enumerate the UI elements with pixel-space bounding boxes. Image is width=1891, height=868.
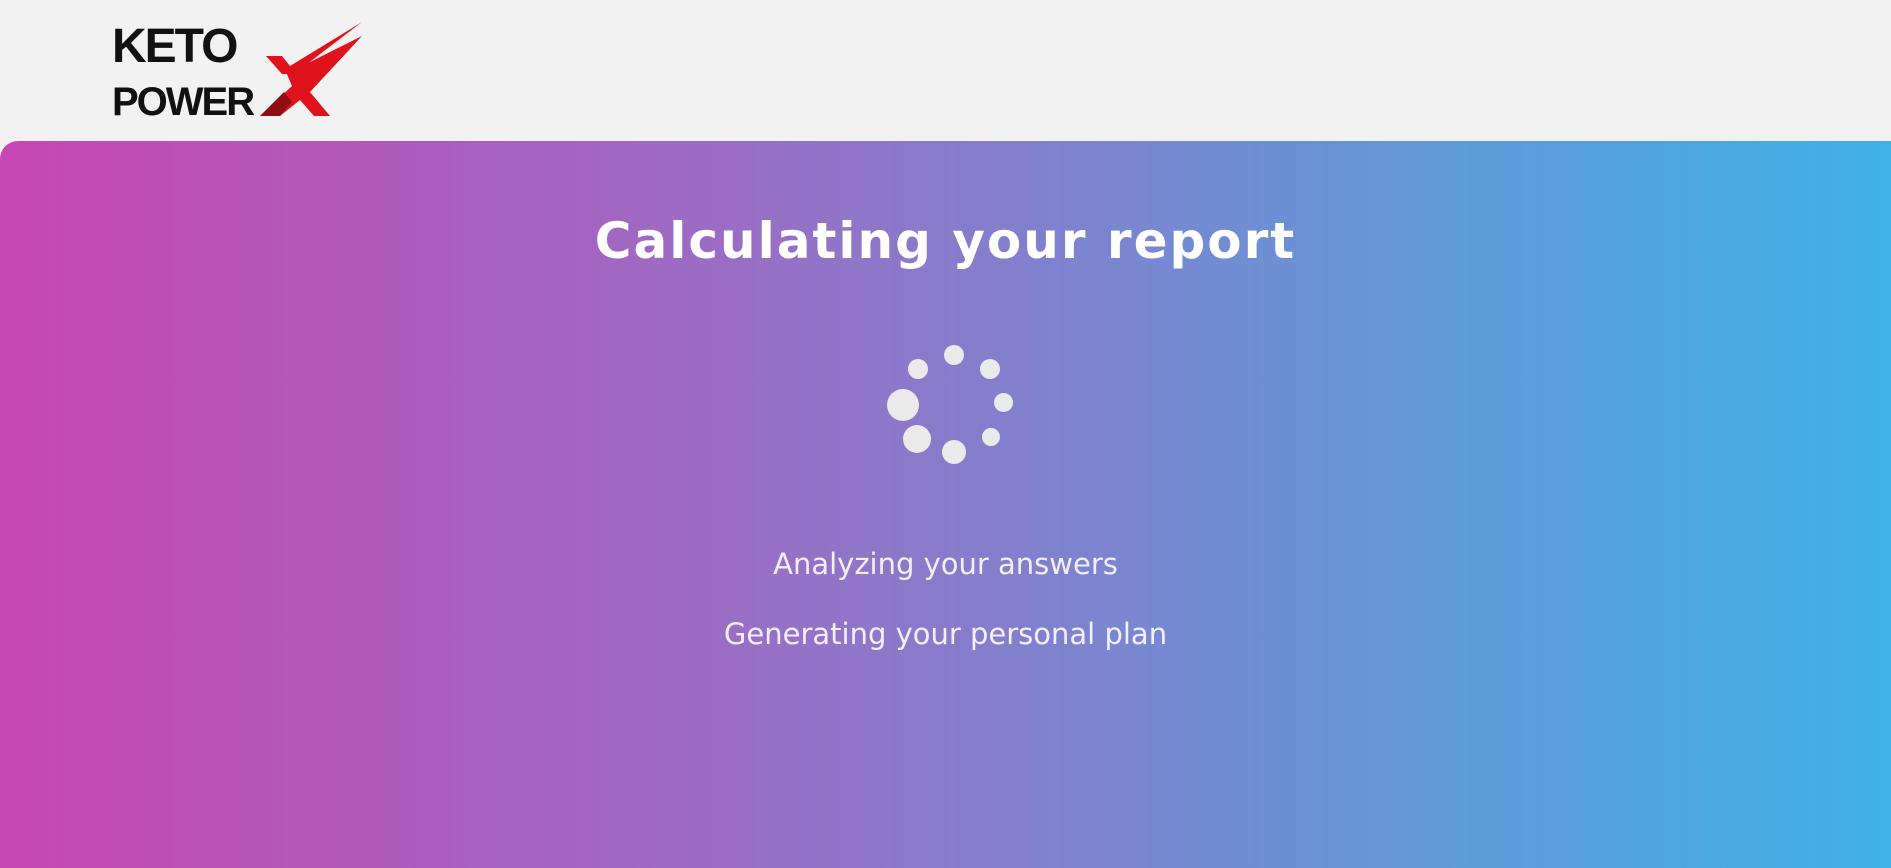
- spinner-dot: [944, 345, 964, 365]
- spinner-dot: [982, 428, 1000, 446]
- spinner-dot: [994, 393, 1013, 412]
- keto-power-x-logo[interactable]: KETO POWER: [112, 22, 364, 118]
- logo-text-keto: KETO: [112, 22, 237, 73]
- page-title: Calculating your report: [594, 212, 1297, 270]
- spinner-dot: [903, 425, 931, 453]
- logo-text-power: POWER: [112, 80, 255, 118]
- site-header: KETO POWER: [0, 0, 1891, 141]
- status-line-generating: Generating your personal plan: [723, 617, 1168, 651]
- spinner-dot: [887, 389, 919, 421]
- status-line-analyzing: Analyzing your answers: [773, 547, 1118, 581]
- spinner-dot: [980, 359, 1000, 379]
- spinner-dot: [942, 440, 966, 464]
- loading-dots-icon: [882, 342, 1013, 472]
- spinner-dot: [908, 359, 928, 379]
